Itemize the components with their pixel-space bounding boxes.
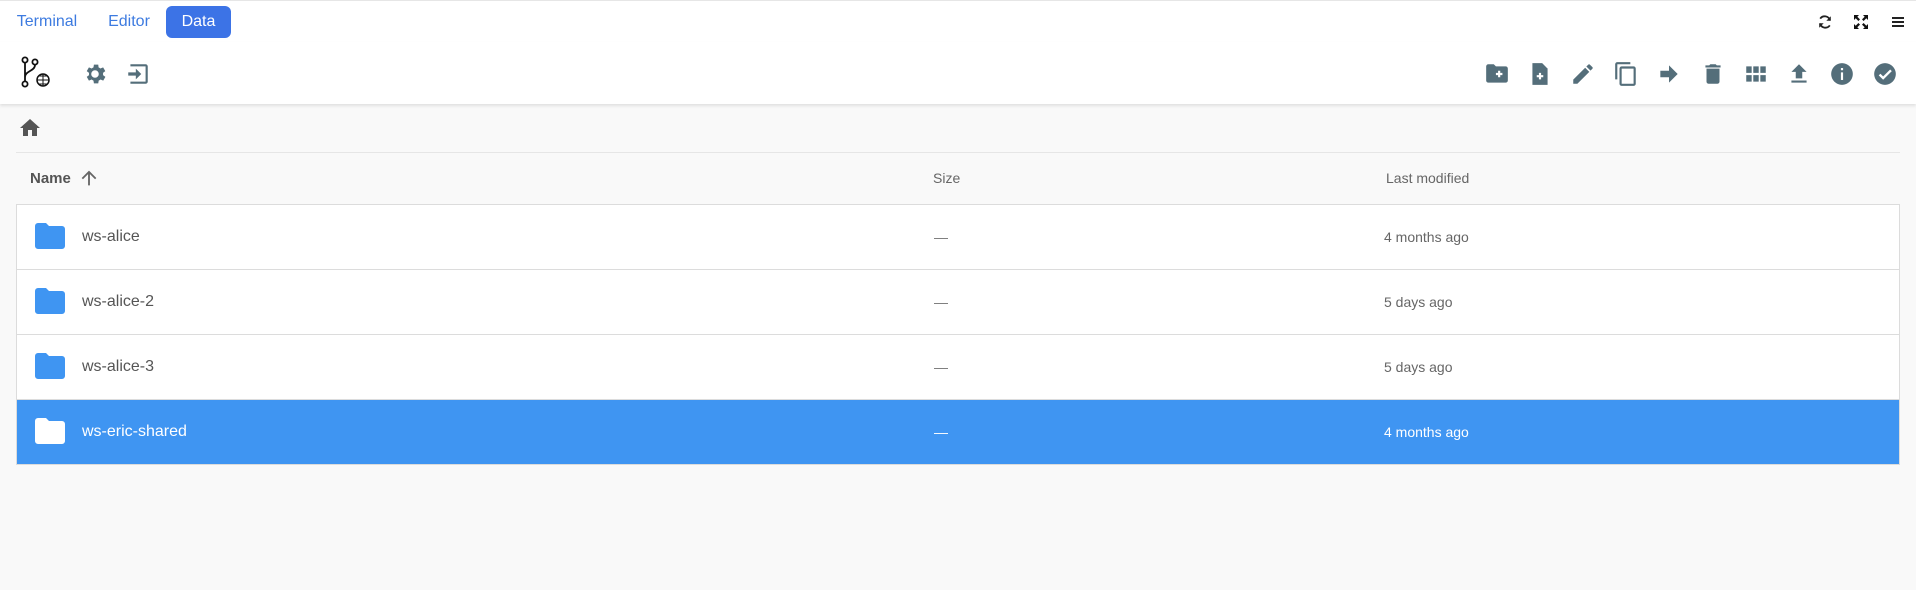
- list-item[interactable]: ws-alice-2 — 5 days ago: [17, 270, 1899, 335]
- select-icon[interactable]: [1872, 61, 1898, 87]
- git-icon[interactable]: [20, 56, 54, 90]
- item-modified: 4 months ago: [1384, 229, 1469, 245]
- item-name: ws-alice-2: [82, 293, 155, 310]
- gear-icon[interactable]: [82, 61, 108, 87]
- item-modified: 5 days ago: [1384, 359, 1453, 375]
- item-name: ws-eric-shared: [82, 423, 187, 440]
- list-item[interactable]: ws-alice-3 — 5 days ago: [17, 335, 1899, 400]
- menu-icon[interactable]: [1890, 14, 1906, 30]
- folder-icon: [35, 353, 65, 379]
- item-size: —: [934, 294, 948, 310]
- item-name: ws-alice: [82, 228, 140, 245]
- breadcrumb: [16, 112, 1900, 153]
- column-last-modified[interactable]: Last modified: [1386, 153, 1469, 204]
- file-toolbar: [0, 42, 1916, 104]
- move-icon[interactable]: [1656, 61, 1682, 87]
- home-icon[interactable]: [18, 116, 42, 140]
- item-name: ws-alice-3: [82, 358, 155, 375]
- folder-icon: [35, 223, 65, 249]
- item-size: —: [934, 359, 948, 375]
- fullscreen-icon[interactable]: [1853, 14, 1869, 30]
- grid-view-icon[interactable]: [1743, 61, 1769, 87]
- new-file-icon[interactable]: [1527, 61, 1553, 87]
- item-modified: 5 days ago: [1384, 294, 1453, 310]
- item-modified: 4 months ago: [1384, 424, 1469, 440]
- folder-icon: [35, 418, 65, 444]
- tab-data[interactable]: Data: [166, 6, 231, 38]
- upload-icon[interactable]: [1786, 61, 1812, 87]
- top-tab-bar: Terminal Editor Data: [0, 0, 1916, 43]
- info-icon[interactable]: [1829, 61, 1855, 87]
- rename-icon[interactable]: [1570, 61, 1596, 87]
- file-list: ws-alice — 4 months ago ws-alice-2 — 5 d…: [16, 204, 1900, 465]
- list-item[interactable]: ws-alice — 4 months ago: [17, 205, 1899, 270]
- column-name[interactable]: Name: [30, 153, 71, 204]
- column-size[interactable]: Size: [933, 153, 960, 204]
- logout-icon[interactable]: [125, 61, 151, 87]
- new-folder-icon[interactable]: [1484, 61, 1510, 87]
- tab-editor[interactable]: Editor: [96, 6, 162, 38]
- folder-icon: [35, 288, 65, 314]
- tab-terminal[interactable]: Terminal: [8, 6, 86, 38]
- item-size: —: [934, 229, 948, 245]
- column-header: Name Size Last modified: [16, 153, 1900, 204]
- refresh-icon[interactable]: [1817, 14, 1833, 30]
- list-item-selected[interactable]: ws-eric-shared — 4 months ago: [17, 400, 1899, 464]
- copy-icon[interactable]: [1613, 61, 1639, 87]
- item-size: —: [934, 424, 948, 440]
- sort-ascending-icon[interactable]: [78, 167, 100, 189]
- delete-icon[interactable]: [1700, 61, 1726, 87]
